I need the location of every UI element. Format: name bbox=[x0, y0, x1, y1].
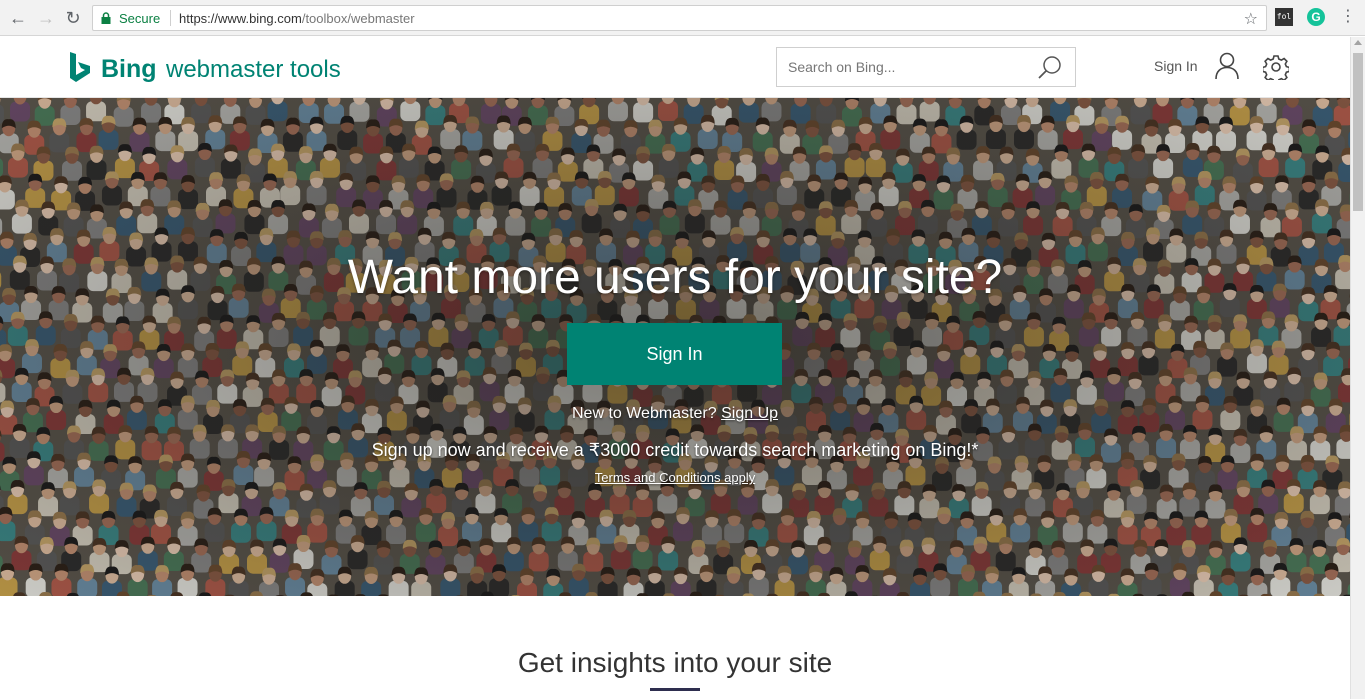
scroll-thumb[interactable] bbox=[1353, 53, 1363, 211]
reload-icon[interactable]: ↻ bbox=[63, 8, 83, 28]
forward-arrow-icon[interactable]: → bbox=[36, 8, 56, 28]
sign-up-link[interactable]: Sign Up bbox=[721, 405, 778, 422]
terms-link[interactable]: Terms and Conditions apply bbox=[595, 470, 755, 485]
product-name[interactable]: webmaster tools bbox=[166, 56, 341, 84]
promo-text: Sign up now and receive a ₹3000 credit t… bbox=[371, 440, 979, 460]
hero-banner: Want more users for your site? Sign In N… bbox=[0, 98, 1350, 596]
extension-icon[interactable]: fol bbox=[1275, 8, 1293, 26]
url-host: https://www.bing.com bbox=[179, 11, 302, 26]
terms-row: Terms and Conditions apply bbox=[0, 470, 1350, 485]
browser-toolbar: ← → ↻ Secure https://www.bing.com/toolbo… bbox=[0, 0, 1365, 36]
header-sign-in-link[interactable]: Sign In bbox=[1154, 58, 1198, 74]
search-input[interactable] bbox=[778, 49, 1028, 85]
address-bar[interactable]: Secure https://www.bing.com/toolbox/webm… bbox=[92, 5, 1267, 31]
browser-menu-icon[interactable]: ⋮ bbox=[1340, 6, 1356, 28]
bing-logo-icon[interactable] bbox=[68, 51, 92, 85]
url-path: /toolbox/webmaster bbox=[301, 11, 415, 26]
bookmark-star-icon[interactable]: ☆ bbox=[1244, 9, 1258, 29]
lock-icon bbox=[101, 12, 111, 24]
search-icon[interactable] bbox=[1037, 55, 1063, 81]
address-separator bbox=[170, 10, 171, 26]
url-text[interactable]: https://www.bing.com/toolbox/webmaster bbox=[179, 11, 415, 26]
site-header: Bing webmaster tools Sign In bbox=[0, 37, 1350, 98]
page-scrollbar[interactable] bbox=[1350, 37, 1365, 699]
user-account-icon[interactable] bbox=[1214, 52, 1240, 80]
back-arrow-icon[interactable]: ← bbox=[8, 8, 28, 28]
scroll-up-arrow-icon[interactable] bbox=[1354, 40, 1362, 45]
search-box bbox=[776, 47, 1076, 87]
section-title: Get insights into your site bbox=[517, 647, 833, 678]
secure-label: Secure bbox=[119, 11, 161, 26]
new-user-prompt: New to Webmaster? Sign Up bbox=[0, 405, 1350, 423]
section-title-underline bbox=[650, 688, 700, 691]
hero-sign-in-button[interactable]: Sign In bbox=[567, 323, 782, 385]
new-user-text: New to Webmaster? bbox=[571, 405, 717, 422]
hero-title: Want more users for your site? bbox=[347, 251, 1003, 304]
settings-gear-icon[interactable] bbox=[1263, 54, 1289, 80]
grammarly-extension-icon[interactable]: G bbox=[1307, 8, 1325, 26]
brand-name[interactable]: Bing bbox=[101, 55, 157, 84]
